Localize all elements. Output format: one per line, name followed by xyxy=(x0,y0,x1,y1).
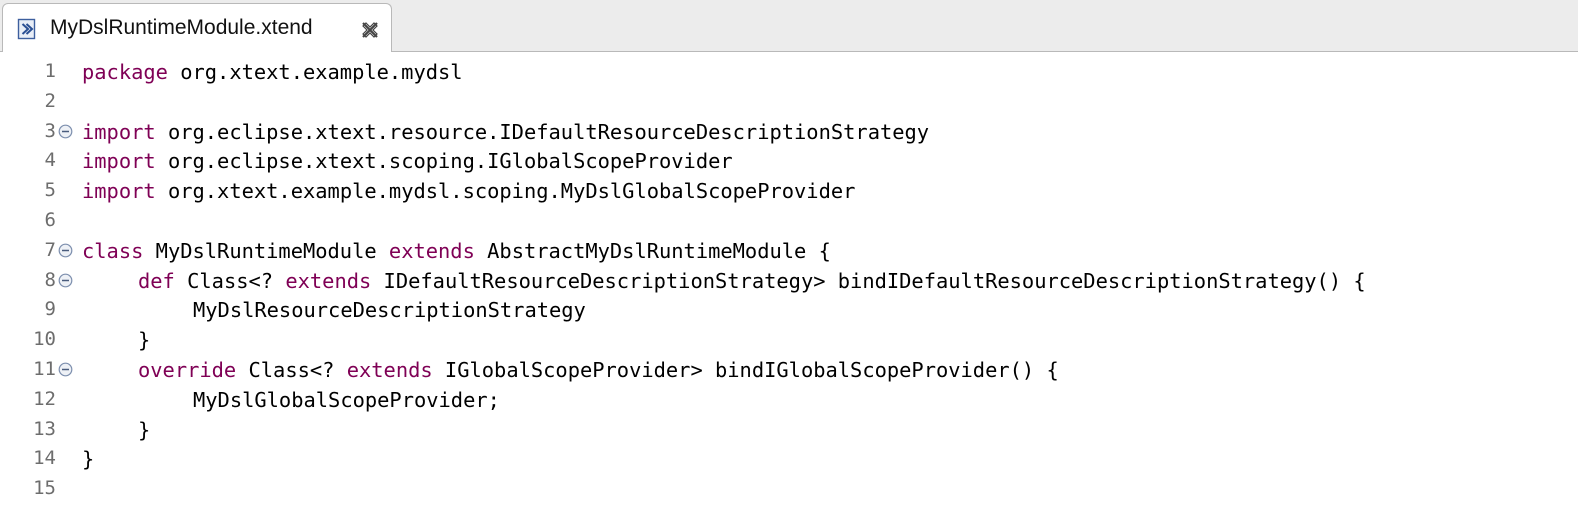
close-icon[interactable] xyxy=(359,19,381,41)
line-number: 9 xyxy=(44,298,56,321)
code-token: org.eclipse.xtext.scoping.IGlobalScopePr… xyxy=(155,149,733,174)
code-keyword: extends xyxy=(346,357,433,382)
code-token: org.xtext.example.mydsl.scoping.MyDslGlo… xyxy=(155,179,856,204)
code-token: Class<? xyxy=(236,357,347,382)
code-keyword: package xyxy=(82,60,168,84)
code-text: package org.xtext.example.mydsl xyxy=(82,60,463,84)
line-number: 3 xyxy=(44,119,56,142)
code-token: org.eclipse.xtext.resource.IDefaultResou… xyxy=(155,119,930,144)
code-line[interactable]: 8 def Class<? extends IDefaultResourceDes… xyxy=(0,265,1578,295)
code-text: import org.eclipse.xtext.resource.IDefau… xyxy=(82,120,929,144)
line-number: 2 xyxy=(44,89,56,112)
code-keyword: import xyxy=(82,119,156,144)
code-text: MyDslGlobalScopeProvider; xyxy=(82,388,500,412)
code-line[interactable]: 9 MyDslResourceDescriptionStrategy xyxy=(0,294,1578,324)
code-line[interactable]: 7 class MyDslRuntimeModule extends Abstra… xyxy=(0,235,1578,265)
code-text: class MyDslRuntimeModule extends Abstrac… xyxy=(82,239,831,263)
code-line[interactable]: 3 import org.eclipse.xtext.resource.IDefa… xyxy=(0,116,1578,146)
code-line[interactable]: 10} xyxy=(0,324,1578,354)
line-number: 7 xyxy=(44,238,56,261)
code-keyword: override xyxy=(138,357,237,382)
code-text: } xyxy=(82,447,94,471)
line-number: 8 xyxy=(44,268,56,291)
code-line[interactable]: 11 override Class<? extends IGlobalScopeP… xyxy=(0,354,1578,384)
code-line[interactable]: 15 xyxy=(0,473,1578,503)
line-number: 6 xyxy=(44,208,56,231)
code-keyword: import xyxy=(82,179,156,204)
line-number: 14 xyxy=(33,447,56,470)
tab-title: MyDslRuntimeModule.xtend xyxy=(50,16,313,39)
code-lines: 1 package org.xtext.example.mydsl 2 3 import… xyxy=(0,56,1578,503)
code-line[interactable]: 2 xyxy=(0,86,1578,116)
code-editor[interactable]: 1 package org.xtext.example.mydsl 2 3 import… xyxy=(0,52,1578,510)
code-token: } xyxy=(138,328,151,353)
code-text: override Class<? extends IGlobalScopePro… xyxy=(82,358,1059,382)
code-keyword: extends xyxy=(285,268,372,293)
code-token: MyDslResourceDescriptionStrategy xyxy=(193,298,586,323)
code-keyword: def xyxy=(138,268,175,293)
collapse-fold-icon[interactable] xyxy=(58,124,73,139)
line-number: 11 xyxy=(33,357,56,380)
code-token: MyDslGlobalScopeProvider; xyxy=(193,387,500,412)
line-number: 1 xyxy=(44,60,56,82)
code-keyword: import xyxy=(82,149,156,174)
code-text: } xyxy=(82,328,150,352)
line-number: 12 xyxy=(33,387,56,410)
code-text: def Class<? extends IDefaultResourceDesc… xyxy=(82,269,1366,293)
code-text: import org.xtext.example.mydsl.scoping.M… xyxy=(82,179,855,203)
code-token: IGlobalScopeProvider> bindIGlobalScopePr… xyxy=(432,357,1059,382)
code-token: MyDslRuntimeModule xyxy=(143,238,389,263)
code-line[interactable]: 1 package org.xtext.example.mydsl xyxy=(0,56,1578,86)
code-token: AbstractMyDslRuntimeModule { xyxy=(474,238,831,263)
line-number: 4 xyxy=(44,149,56,172)
code-line[interactable]: 5 import org.xtext.example.mydsl.scoping.… xyxy=(0,175,1578,205)
code-line[interactable]: 12 MyDslGlobalScopeProvider; xyxy=(0,384,1578,414)
line-number: 5 xyxy=(44,179,56,202)
code-token: } xyxy=(138,417,151,442)
line-number: 10 xyxy=(33,328,56,351)
line-number: 15 xyxy=(33,477,56,500)
xtend-editor-window: MyDslRuntimeModule.xtend 1 package org.xt… xyxy=(0,0,1578,510)
code-token: org.xtext.example.mydsl xyxy=(167,60,463,84)
code-line[interactable]: 4 import org.eclipse.xtext.scoping.IGloba… xyxy=(0,145,1578,175)
code-text: MyDslResourceDescriptionStrategy xyxy=(82,298,586,322)
code-line[interactable]: 14} xyxy=(0,443,1578,473)
collapse-fold-icon[interactable] xyxy=(58,362,73,377)
code-line[interactable]: 6 xyxy=(0,205,1578,235)
editor-tab-bar: MyDslRuntimeModule.xtend xyxy=(0,0,1578,52)
code-token: Class<? xyxy=(174,268,286,293)
code-token: IDefaultResourceDescriptionStrategy> bin… xyxy=(371,268,1366,293)
code-text: import org.eclipse.xtext.scoping.IGlobal… xyxy=(82,149,733,173)
code-line[interactable]: 13} xyxy=(0,414,1578,444)
line-number: 13 xyxy=(33,417,56,440)
xtend-file-icon xyxy=(17,18,36,40)
collapse-fold-icon[interactable] xyxy=(58,273,73,288)
code-keyword: class xyxy=(82,238,144,263)
code-token: } xyxy=(82,447,95,472)
editor-tab-mydslruntimemodule[interactable]: MyDslRuntimeModule.xtend xyxy=(2,3,392,52)
code-keyword: extends xyxy=(388,238,475,263)
collapse-fold-icon[interactable] xyxy=(58,243,73,258)
code-text: } xyxy=(82,418,150,442)
